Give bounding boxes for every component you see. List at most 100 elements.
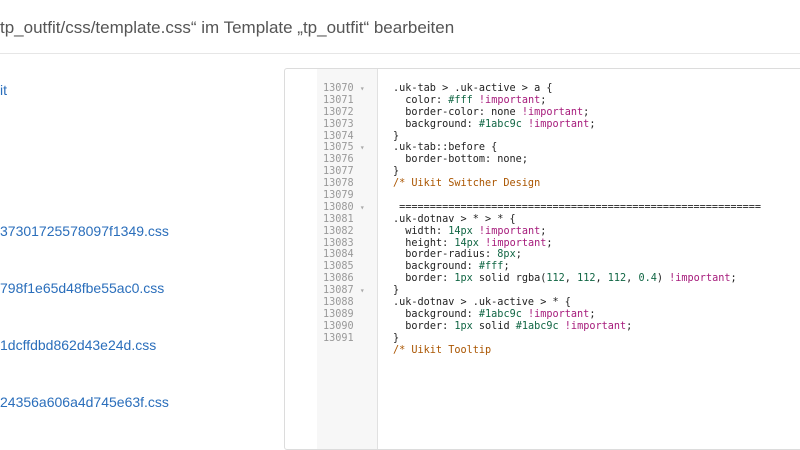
- code-text: height: 14px !important;: [405, 237, 553, 249]
- file-tree: it 37301725578097f1349.css 798f1e65d48fb…: [0, 0, 280, 428]
- code-line[interactable]: 13082 width: 14px !important;: [317, 226, 800, 238]
- code-line[interactable]: 13077 }: [317, 166, 800, 178]
- line-number: 13087 ▾: [317, 285, 377, 297]
- code-line[interactable]: 13071 color: #fff !important;: [317, 95, 800, 107]
- code-line[interactable]: 13074 }: [317, 131, 800, 143]
- file-tree-item[interactable]: 24356a606a4d745e63f.css: [0, 394, 169, 410]
- code-line[interactable]: 13081 .uk-dotnav > * > * {: [317, 214, 800, 226]
- code-text: }: [393, 130, 400, 142]
- code-line[interactable]: 13070 ▾ .uk-tab > .uk-active > a {: [317, 83, 800, 95]
- code-text: .uk-dotnav > * > * {: [393, 213, 516, 225]
- code-line[interactable]: 13083 height: 14px !important;: [317, 238, 800, 250]
- line-number: 13089: [317, 309, 377, 321]
- line-number: 13091: [317, 333, 377, 345]
- code-text: color: #fff !important;: [405, 94, 547, 106]
- line-number-text: 13090: [323, 320, 354, 332]
- line-number: 13081: [317, 214, 377, 226]
- code-line[interactable]: 13073 background: #1abc9c !important;: [317, 119, 800, 131]
- line-number-text: 13074: [323, 130, 354, 142]
- code-line[interactable]: 13075 ▾ .uk-tab::before {: [317, 142, 800, 154]
- line-number: 13083: [317, 238, 377, 250]
- line-number-text: 13083: [323, 237, 354, 249]
- code-line[interactable]: 13076 border-bottom: none;: [317, 154, 800, 166]
- line-number: 13084: [317, 249, 377, 261]
- line-number-text: 13070: [323, 83, 354, 94]
- code-text: background: #1abc9c !important;: [405, 308, 596, 320]
- code-line[interactable]: /* Uikit Tooltip: [317, 345, 800, 357]
- code-line[interactable]: 13079: [317, 190, 800, 202]
- code-text: border: 1px solid #1abc9c !important;: [405, 320, 633, 332]
- code-text: .uk-tab > .uk-active > a {: [393, 83, 553, 94]
- code-line[interactable]: 13078 /* Uikit Switcher Design: [317, 178, 800, 190]
- code-text: /* Uikit Switcher Design: [393, 178, 541, 190]
- file-tree-item[interactable]: it: [0, 82, 7, 98]
- line-number-text: 13087: [323, 285, 354, 297]
- code-text: .uk-dotnav > .uk-active > * {: [393, 297, 571, 309]
- code-line[interactable]: 13080 ▾ ================================…: [317, 202, 800, 214]
- line-number-text: 13080: [323, 201, 354, 213]
- fold-arrow-icon[interactable]: ▾: [360, 286, 365, 295]
- line-number-text: 13085: [323, 261, 354, 273]
- line-number: 13075 ▾: [317, 142, 377, 154]
- fold-arrow-icon[interactable]: ▾: [360, 203, 365, 212]
- code-text: ========================================…: [393, 201, 762, 213]
- line-number: 13090: [317, 321, 377, 333]
- code-line[interactable]: 13085 background: #fff;: [317, 261, 800, 273]
- line-number: 13072: [317, 107, 377, 119]
- file-tree-item[interactable]: 37301725578097f1349.css: [0, 223, 169, 239]
- line-number-text: 13073: [323, 118, 354, 130]
- code-lines[interactable]: 13070 ▾ .uk-tab > .uk-active > a {13071 c…: [317, 83, 800, 356]
- code-text: background: #1abc9c !important;: [405, 118, 596, 130]
- line-number: 13076: [317, 154, 377, 166]
- line-number-text: 13086: [323, 273, 354, 285]
- code-line[interactable]: 13084 border-radius: 8px;: [317, 249, 800, 261]
- line-number-text: 13081: [323, 213, 354, 225]
- code-text: width: 14px !important;: [405, 225, 547, 237]
- code-text: .uk-tab::before {: [393, 142, 498, 154]
- fold-arrow-icon[interactable]: ▾: [360, 143, 365, 152]
- line-number: 13085: [317, 261, 377, 273]
- code-text: border-color: none !important;: [405, 106, 590, 118]
- code-line[interactable]: 13089 background: #1abc9c !important;: [317, 309, 800, 321]
- line-number: 13079: [317, 190, 377, 202]
- line-number: 13071: [317, 95, 377, 107]
- line-number: 13086: [317, 273, 377, 285]
- line-number: 13074: [317, 131, 377, 143]
- line-number-text: 13084: [323, 249, 354, 261]
- line-number-text: 13071: [323, 94, 354, 106]
- code-line[interactable]: 13072 border-color: none !important;: [317, 107, 800, 119]
- line-number: 13088: [317, 297, 377, 309]
- line-number: 13080 ▾: [317, 202, 377, 214]
- line-number: 13082: [317, 226, 377, 238]
- line-number-text: 13077: [323, 166, 354, 178]
- code-line[interactable]: 13087 ▾}: [317, 285, 800, 297]
- line-number-text: 13082: [323, 225, 354, 237]
- code-line[interactable]: 13090 border: 1px solid #1abc9c !importa…: [317, 321, 800, 333]
- code-line[interactable]: 13091 }: [317, 333, 800, 345]
- code-text: }: [393, 285, 400, 297]
- code-line[interactable]: 13088 .uk-dotnav > .uk-active > * {: [317, 297, 800, 309]
- line-number-text: 13076: [323, 154, 354, 166]
- file-tree-item[interactable]: 1dcffdbd862d43e24d.css: [0, 337, 156, 353]
- code-text: background: #fff;: [405, 261, 510, 273]
- line-number-text: 13072: [323, 106, 354, 118]
- line-number-text: 13088: [323, 297, 354, 309]
- fold-arrow-icon[interactable]: ▾: [360, 84, 365, 93]
- code-text: border-radius: 8px;: [405, 249, 522, 261]
- line-number-text: 13079: [323, 190, 354, 202]
- line-number-text: 13091: [323, 332, 354, 344]
- code-editor[interactable]: 13070 ▾ .uk-tab > .uk-active > a {13071 c…: [284, 68, 800, 450]
- line-number-text: 13089: [323, 308, 354, 320]
- code-text: border: 1px solid rgba(112, 112, 112, 0.…: [405, 273, 737, 285]
- code-text: border-bottom: none;: [405, 154, 528, 166]
- line-number-text: 13075: [323, 142, 354, 154]
- file-tree-item[interactable]: 798f1e65d48fbe55ac0.css: [0, 280, 164, 296]
- code-text: /* Uikit Tooltip: [393, 344, 492, 356]
- line-number: 13073: [317, 119, 377, 131]
- line-number-text: 13078: [323, 178, 354, 190]
- code-line[interactable]: 13086 border: 1px solid rgba(112, 112, 1…: [317, 273, 800, 285]
- line-number: 13070 ▾: [317, 83, 377, 95]
- line-number: [317, 345, 377, 357]
- code-text: }: [393, 166, 400, 178]
- line-number: 13078: [317, 178, 377, 190]
